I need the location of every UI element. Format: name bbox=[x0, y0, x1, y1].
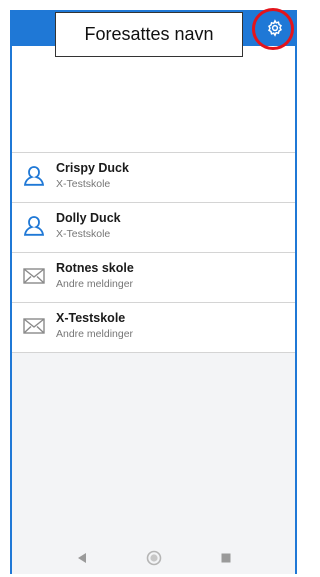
back-triangle-icon[interactable] bbox=[74, 550, 90, 566]
page-title: Foresattes navn bbox=[55, 12, 243, 57]
envelope-icon bbox=[23, 268, 45, 284]
conversation-item-dolly-duck[interactable]: Dolly Duck X-Testskole bbox=[12, 202, 295, 252]
conversation-subtitle: X-Testskole bbox=[56, 178, 111, 190]
home-circle-icon[interactable] bbox=[146, 550, 162, 566]
conversation-name: Crispy Duck bbox=[56, 161, 129, 175]
recents-square-icon[interactable] bbox=[218, 550, 234, 566]
conversation-name: Rotnes skole bbox=[56, 261, 134, 275]
conversation-subtitle: Andre meldinger bbox=[56, 328, 134, 340]
conversation-name: Dolly Duck bbox=[56, 211, 121, 225]
phone-screen: Foresattes navn Crispy Duck X-Testskole bbox=[10, 8, 297, 574]
highlight-circle bbox=[252, 8, 294, 50]
conversation-item-x-testskole[interactable]: X-Testskole Andre meldinger bbox=[12, 302, 295, 353]
conversation-subtitle: Andre meldinger bbox=[56, 278, 134, 290]
conversation-item-rotnes-skole[interactable]: Rotnes skole Andre meldinger bbox=[12, 252, 295, 302]
system-navigation-bar bbox=[12, 542, 295, 574]
conversation-subtitle: X-Testskole bbox=[56, 228, 111, 240]
conversation-item-crispy-duck[interactable]: Crispy Duck X-Testskole bbox=[12, 152, 295, 202]
conversation-list: Crispy Duck X-Testskole Dolly Duck X-Tes… bbox=[12, 152, 295, 353]
person-icon bbox=[23, 166, 45, 186]
person-icon bbox=[23, 216, 45, 236]
header-spacer bbox=[12, 46, 295, 152]
envelope-icon bbox=[23, 318, 45, 334]
conversation-name: X-Testskole bbox=[56, 311, 126, 325]
